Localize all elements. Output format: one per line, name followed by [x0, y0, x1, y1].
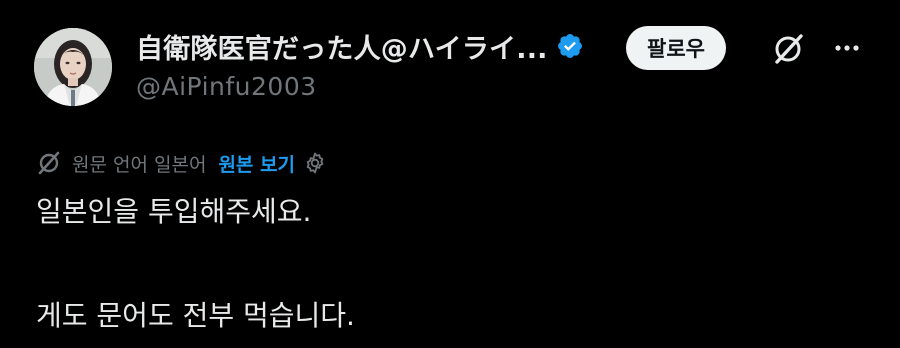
more-options-icon[interactable]	[830, 31, 864, 65]
follow-button[interactable]: 팔로우	[626, 26, 726, 70]
author-handle[interactable]: @AiPinfu2003	[136, 72, 317, 101]
translate-icon	[36, 150, 62, 176]
grok-icon[interactable]	[770, 31, 806, 67]
avatar-image	[34, 28, 112, 106]
author-display-name[interactable]: 自衛隊医官だった人@ハイライ...	[136, 27, 548, 66]
settings-gear-icon[interactable]	[303, 151, 327, 175]
avatar[interactable]	[34, 28, 112, 106]
show-original-link[interactable]: 원본 보기	[218, 150, 295, 177]
verified-badge-icon	[556, 32, 584, 60]
translation-bar: 원문 언어 일본어 원본 보기	[36, 148, 327, 178]
tweet-text-line: 게도 문어도 전부 먹습니다.	[36, 299, 355, 332]
author-name-row[interactable]: 自衛隊医官だった人@ハイライ...	[136, 26, 584, 66]
translation-note: 원문 언어 일본어	[72, 153, 207, 176]
tweet-text-line: 일본인을 투입해주세요.	[36, 195, 312, 228]
